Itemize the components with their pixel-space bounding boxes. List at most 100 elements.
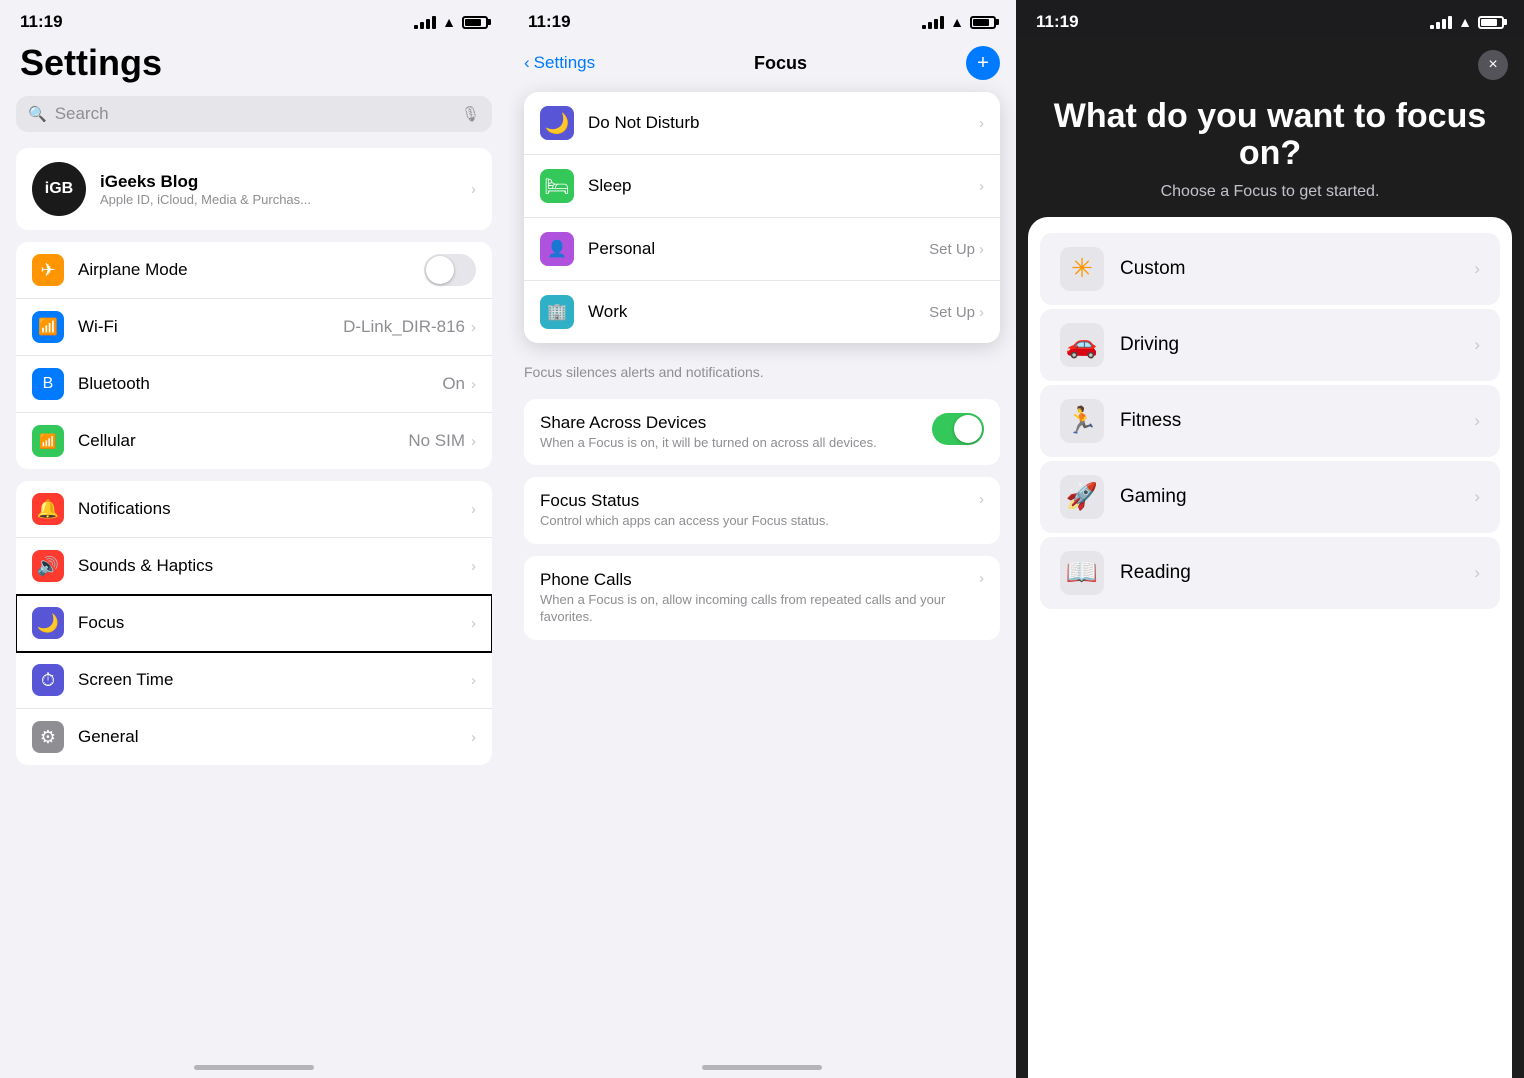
section-desc: When a Focus is on, it will be turned on… (540, 435, 924, 452)
reading-icon: 📖 (1060, 551, 1104, 595)
back-button[interactable]: ‹ Settings (524, 53, 595, 73)
battery-icon (970, 16, 996, 29)
airplane-mode-row[interactable]: ✈ Airplane Mode (16, 242, 492, 299)
bluetooth-row[interactable]: B Bluetooth On › (16, 356, 492, 413)
profile-info: iGeeks Blog Apple ID, iCloud, Media & Pu… (100, 172, 457, 207)
status-icons: ▲ (1430, 14, 1504, 30)
nav-title: Focus (754, 53, 807, 74)
bluetooth-icon: B (32, 368, 64, 400)
chevron-right-icon: › (979, 491, 984, 508)
chevron-right-icon: › (979, 178, 984, 195)
row-label: Sounds & Haptics (78, 556, 471, 576)
share-devices-toggle[interactable] (932, 413, 984, 445)
item-label: Custom (1120, 258, 1474, 280)
status-bar-settings: 11:19 ▲ (0, 0, 508, 38)
chevron-right-icon: › (471, 501, 476, 518)
row-label: Personal (588, 239, 929, 259)
focus-panel: 11:19 ▲ ‹ Settings Focus + (508, 0, 1016, 1078)
row-content: Wi-Fi (78, 317, 343, 337)
chevron-right-icon: › (471, 181, 476, 198)
personal-row[interactable]: 👤 Personal Set Up › (524, 218, 1000, 281)
fitness-item[interactable]: 🏃 Fitness › (1040, 385, 1500, 457)
custom-icon: ✳ (1060, 247, 1104, 291)
chooser-panel: 11:19 ▲ × What do you want to focus on? (1016, 0, 1524, 1078)
row-label: Airplane Mode (78, 260, 424, 280)
wifi-row[interactable]: 📶 Wi-Fi D-Link_DIR-816 › (16, 299, 492, 356)
status-icons: ▲ (414, 14, 488, 30)
cellular-icon: 📶 (32, 425, 64, 457)
signal-icon (1430, 16, 1452, 29)
sleep-row[interactable]: 🛏 Sleep › (524, 155, 1000, 218)
status-time: 11:19 (20, 12, 63, 32)
row-label: Screen Time (78, 670, 471, 690)
row-label: Sleep (588, 176, 979, 196)
chevron-right-icon: › (471, 433, 476, 450)
chooser-list: ✳ Custom › 🚗 Driving › 🏃 Fitness › (1028, 217, 1512, 1078)
item-label: Reading (1120, 562, 1474, 584)
wifi-value: D-Link_DIR-816 (343, 317, 465, 337)
profile-subtitle: Apple ID, iCloud, Media & Purchas... (100, 192, 457, 207)
chooser-title: What do you want to focus on? (1040, 98, 1500, 173)
share-devices-row[interactable]: Share Across Devices When a Focus is on,… (524, 399, 1000, 466)
section-desc: Control which apps can access your Focus… (540, 513, 979, 530)
chevron-right-icon: › (471, 615, 476, 632)
item-label: Driving (1120, 334, 1474, 356)
personal-value: Set Up (929, 241, 975, 258)
settings-panel: 11:19 ▲ Settings 🔍 Search 🎙 iGB iGeeks B… (0, 0, 508, 1078)
notifications-icon: 🔔 (32, 493, 64, 525)
work-value: Set Up (929, 304, 975, 321)
gaming-item[interactable]: 🚀 Gaming › (1040, 461, 1500, 533)
microphone-icon[interactable]: 🎙 (461, 105, 480, 123)
wifi-settings-icon: 📶 (32, 311, 64, 343)
chevron-right-icon: › (979, 115, 984, 132)
reading-item[interactable]: 📖 Reading › (1040, 537, 1500, 609)
screen-time-icon: ⏱ (32, 664, 64, 696)
chevron-right-icon: › (471, 319, 476, 336)
driving-icon: 🚗 (1060, 323, 1104, 367)
work-row[interactable]: 🏢 Work Set Up › (524, 281, 1000, 343)
back-label: Settings (534, 53, 595, 73)
chevron-right-icon: › (979, 241, 984, 258)
chevron-right-icon: › (1474, 487, 1480, 507)
chevron-right-icon: › (471, 729, 476, 746)
custom-item[interactable]: ✳ Custom › (1040, 233, 1500, 305)
section-desc: When a Focus is on, allow incoming calls… (540, 592, 979, 626)
driving-item[interactable]: 🚗 Driving › (1040, 309, 1500, 381)
chevron-right-icon: › (1474, 563, 1480, 583)
search-bar[interactable]: 🔍 Search 🎙 (16, 96, 492, 132)
focus-status-section: Focus Status Control which apps can acce… (524, 477, 1000, 544)
focus-description: Focus silences alerts and notifications. (524, 363, 1000, 383)
connectivity-section: ✈ Airplane Mode 📶 Wi-Fi D-Link_DIR-816 ›… (16, 242, 492, 469)
wifi-icon: ▲ (1458, 14, 1472, 30)
general-row[interactable]: ⚙ General › (16, 709, 492, 765)
status-time: 11:19 (1036, 12, 1079, 32)
sounds-row[interactable]: 🔊 Sounds & Haptics › (16, 538, 492, 595)
focus-status-row[interactable]: Focus Status Control which apps can acce… (524, 477, 1000, 544)
close-button[interactable]: × (1478, 50, 1508, 80)
item-label: Gaming (1120, 486, 1474, 508)
chevron-right-icon: › (1474, 411, 1480, 431)
add-focus-button[interactable]: + (966, 46, 1000, 80)
chevron-right-icon: › (1474, 259, 1480, 279)
notifications-row[interactable]: 🔔 Notifications › (16, 481, 492, 538)
focus-icon: 🌙 (32, 607, 64, 639)
profile-row[interactable]: iGB iGeeks Blog Apple ID, iCloud, Media … (16, 148, 492, 230)
chevron-right-icon: › (471, 376, 476, 393)
screen-time-row[interactable]: ⏱ Screen Time › (16, 652, 492, 709)
do-not-disturb-row[interactable]: 🌙 Do Not Disturb › (524, 92, 1000, 155)
back-chevron-icon: ‹ (524, 53, 530, 73)
row-label: Notifications (78, 499, 471, 519)
avatar-initials: iGB (45, 180, 73, 198)
signal-icon (414, 16, 436, 29)
row-label: Bluetooth (78, 374, 442, 394)
phone-calls-row[interactable]: Phone Calls When a Focus is on, allow in… (524, 556, 1000, 640)
section-title: Phone Calls (540, 570, 979, 590)
battery-icon (462, 16, 488, 29)
page-title: Settings (0, 38, 508, 96)
cellular-row[interactable]: 📶 Cellular No SIM › (16, 413, 492, 469)
focus-row[interactable]: 🌙 Focus › (16, 595, 492, 652)
avatar: iGB (32, 162, 86, 216)
fitness-icon: 🏃 (1060, 399, 1104, 443)
search-input[interactable]: Search (55, 104, 453, 124)
airplane-toggle[interactable] (424, 254, 476, 286)
